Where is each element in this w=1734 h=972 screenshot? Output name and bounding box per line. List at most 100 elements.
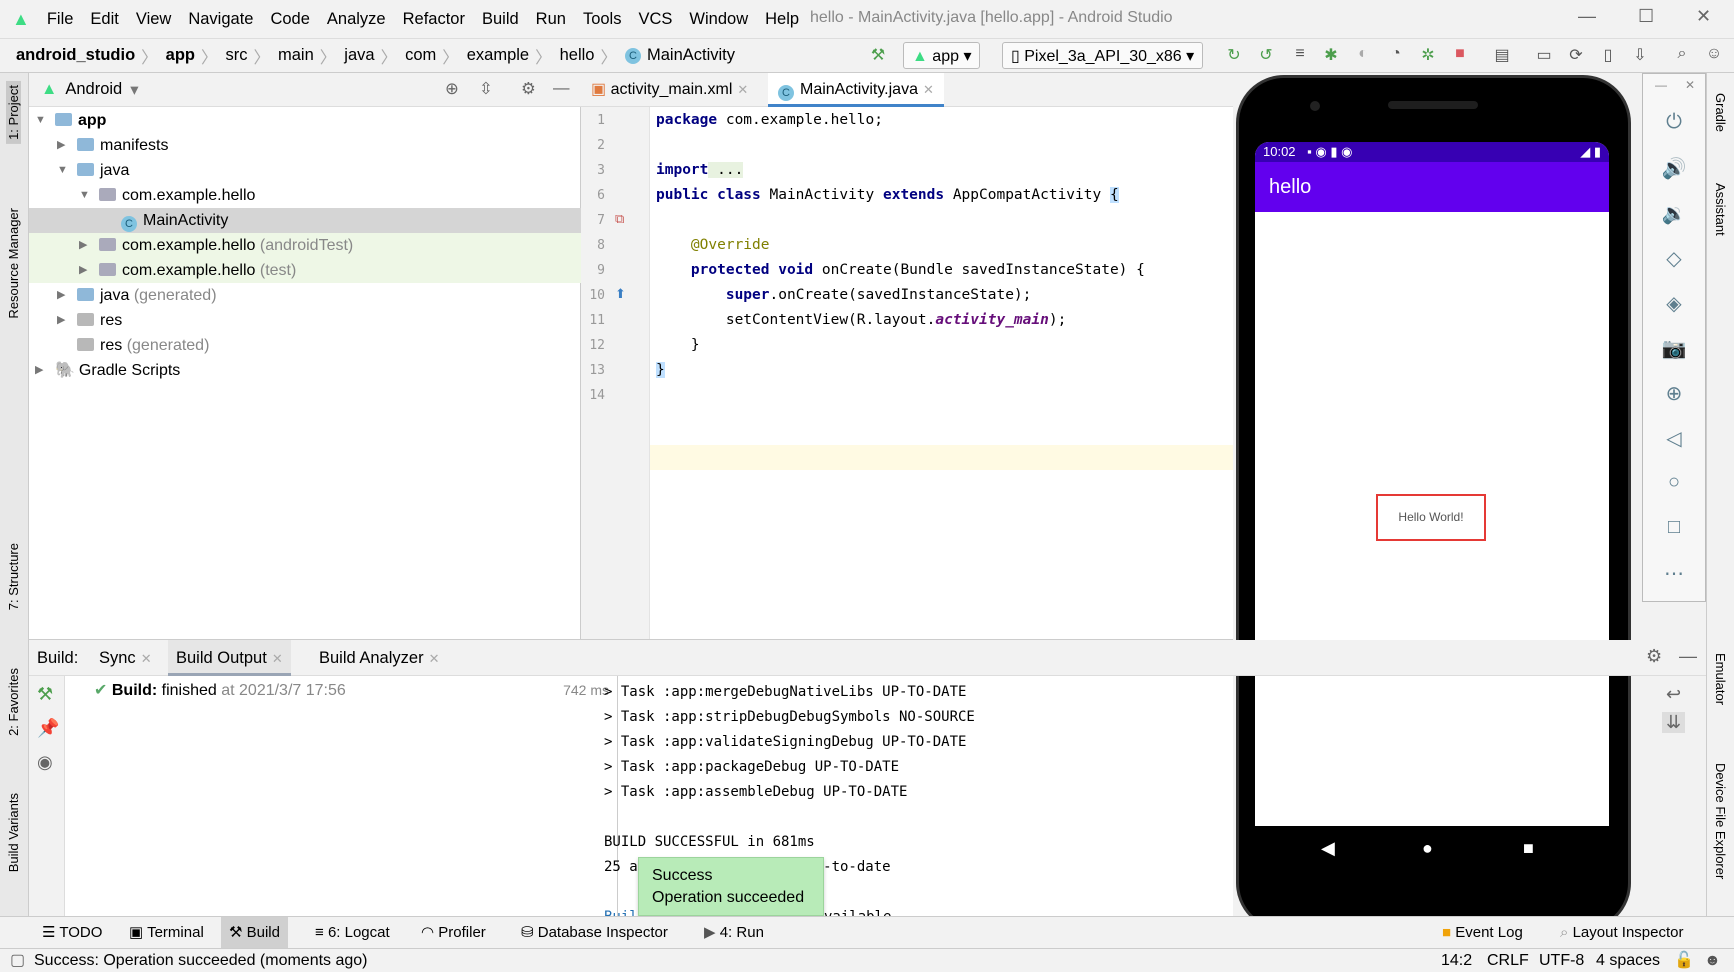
search-icon[interactable]: ⌕	[1672, 45, 1692, 65]
user-icon[interactable]: ☺	[1704, 45, 1724, 65]
soft-wrap-icon[interactable]: ↩	[1666, 684, 1681, 705]
menu-refactor[interactable]: Refactor	[403, 10, 465, 29]
tool-assistant[interactable]: Assistant	[1713, 183, 1728, 236]
rerun-icon[interactable]: ↻	[1224, 45, 1244, 65]
collapse-all-icon[interactable]: ⇳	[479, 79, 493, 99]
close-tab-icon[interactable]: ✕	[141, 651, 152, 666]
run-config-select[interactable]: ▲ app ▾	[903, 42, 981, 69]
apply-changes-icon[interactable]: ↺	[1256, 45, 1276, 65]
menu-run[interactable]: Run	[536, 10, 566, 29]
device-screen[interactable]: 10:02 ▪ ◉ ▮ ◉ ◢ ▮ hello Hello World!	[1255, 142, 1609, 826]
scroll-to-end-icon[interactable]: ⇊	[1662, 712, 1686, 733]
tool-project[interactable]: 1: Project	[6, 81, 21, 144]
volume-up-icon[interactable]: 🔊	[1643, 156, 1705, 181]
indent-setting[interactable]: 4 spaces	[1596, 949, 1660, 972]
tool-todo[interactable]: ☰ TODO	[34, 917, 110, 949]
tree-item-app[interactable]: ▼ app	[29, 108, 581, 133]
zoom-icon[interactable]: ⊕	[1643, 381, 1705, 406]
rotate-right-icon[interactable]: ◈	[1643, 291, 1705, 316]
breadcrumb-item[interactable]: example	[467, 46, 529, 65]
tab-build-analyzer[interactable]: Build Analyzer ✕	[311, 640, 447, 676]
screenshot-icon[interactable]: 📷	[1643, 336, 1705, 361]
layout-link-icon[interactable]: ⧉	[615, 211, 624, 227]
tool-database-inspector[interactable]: ⛁ Database Inspector	[513, 917, 676, 949]
tree-item-gradle-scripts[interactable]: ▶ 🐘 Gradle Scripts	[29, 358, 581, 383]
tool-gradle[interactable]: Gradle	[1713, 93, 1728, 132]
tool-logcat[interactable]: ≡ 6: Logcat	[307, 917, 398, 949]
device-select[interactable]: ▯ Pixel_3a_API_30_x86 ▾	[1002, 42, 1204, 69]
close-tab-icon[interactable]: ✕	[923, 82, 934, 97]
line-separator[interactable]: CRLF	[1487, 949, 1529, 972]
lock-open-icon[interactable]: 🔓	[1674, 949, 1694, 972]
tool-structure[interactable]: 7: Structure	[6, 543, 21, 610]
breadcrumb-item[interactable]: java	[344, 46, 374, 65]
locate-icon[interactable]: ⊕	[445, 79, 459, 99]
stop-icon[interactable]: ■	[1450, 45, 1470, 65]
more-icon[interactable]: ⋯	[1643, 561, 1705, 586]
menu-edit[interactable]: Edit	[90, 10, 118, 29]
eye-filter-icon[interactable]: ◉	[37, 752, 53, 773]
menu-view[interactable]: View	[136, 10, 171, 29]
attach-debugger-icon[interactable]: ◐	[1353, 45, 1373, 65]
back-icon[interactable]: ◁	[1643, 426, 1705, 451]
minimize-icon[interactable]: —	[1578, 6, 1596, 27]
breadcrumb-item[interactable]: hello	[560, 46, 595, 65]
tool-layout-inspector[interactable]: ⌕ Layout Inspector	[1552, 917, 1691, 949]
tool-run[interactable]: ▶ 4: Run	[696, 917, 772, 949]
tree-item-java-generated[interactable]: ▶ java (generated)	[29, 283, 581, 308]
profile-icon[interactable]: ◔	[1386, 45, 1406, 65]
status-message[interactable]: Success: Operation succeeded (moments ag…	[34, 949, 368, 972]
file-encoding[interactable]: UTF-8	[1539, 949, 1584, 972]
inspector-hat-icon[interactable]: ☻	[1704, 949, 1721, 972]
settings-gear-icon[interactable]: ⚙	[1646, 646, 1662, 667]
overview-icon[interactable]: □	[1643, 516, 1705, 539]
rotate-left-icon[interactable]: ◇	[1643, 246, 1705, 271]
tool-device-file-explorer[interactable]: Device File Explorer	[1713, 763, 1728, 879]
close-tab-icon[interactable]: ✕	[737, 82, 748, 97]
menu-build[interactable]: Build	[482, 10, 519, 29]
tool-emulator[interactable]: Emulator	[1713, 653, 1728, 705]
sdk-manager-icon[interactable]: ⇩	[1630, 45, 1650, 65]
sync-gradle-icon[interactable]: ⟳	[1566, 45, 1586, 65]
menu-help[interactable]: Help	[765, 10, 799, 29]
project-view-select[interactable]: Android	[65, 80, 122, 99]
tool-profiler[interactable]: ◠ Profiler	[413, 917, 494, 949]
menu-analyze[interactable]: Analyze	[327, 10, 386, 29]
close-icon[interactable]: ✕	[1696, 6, 1711, 27]
breadcrumb-item[interactable]: MainActivity	[647, 46, 735, 65]
nav-home-icon[interactable]: ●	[1422, 838, 1433, 859]
nav-recents-icon[interactable]: ■	[1523, 838, 1534, 859]
close-tab-icon[interactable]: ✕	[429, 651, 440, 666]
tool-terminal[interactable]: ▣ Terminal	[121, 917, 212, 949]
close-tab-icon[interactable]: ✕	[272, 651, 283, 666]
maximize-icon[interactable]: ☐	[1638, 6, 1654, 27]
tab-mainactivity-java[interactable]: C MainActivity.java ✕	[768, 73, 944, 107]
emulator-minimize-icon[interactable]: —	[1655, 78, 1667, 92]
hide-panel-icon[interactable]: —	[1679, 646, 1697, 667]
tool-resource-manager[interactable]: Resource Manager	[6, 208, 21, 319]
gear-icon[interactable]: ⚙	[521, 79, 536, 99]
breadcrumb-item[interactable]: src	[226, 46, 248, 65]
breadcrumb-item[interactable]: com	[405, 46, 436, 65]
pin-icon[interactable]: 📌	[37, 718, 59, 739]
tool-build-variants[interactable]: Build Variants	[6, 793, 21, 872]
hello-world-text[interactable]: Hello World!	[1376, 494, 1486, 541]
hide-icon[interactable]: —	[553, 79, 570, 98]
tab-activity-main-xml[interactable]: ▣ activity_main.xml ✕	[581, 73, 758, 107]
code-editor[interactable]: ▣ activity_main.xml ✕ C MainActivity.java ✕…	[581, 73, 1233, 639]
breadcrumb-item[interactable]: main	[278, 46, 314, 65]
menu-code[interactable]: Code	[270, 10, 309, 29]
emulator-close-icon[interactable]: ✕	[1685, 78, 1695, 92]
tool-favorites[interactable]: 2: Favorites	[6, 668, 21, 736]
avd-manager-icon[interactable]: ▭	[1534, 45, 1554, 65]
menu-window[interactable]: Window	[689, 10, 748, 29]
tool-build[interactable]: ⚒ Build	[221, 917, 288, 949]
tree-item-androidtest[interactable]: ▶ com.example.hello (androidTest)	[29, 233, 581, 258]
device-manager-icon[interactable]: ▯	[1598, 45, 1618, 65]
tree-item-res[interactable]: ▶ res	[29, 308, 581, 333]
hammer-build-icon[interactable]: ⚒	[868, 45, 888, 65]
debug-icon[interactable]: ✱	[1321, 45, 1341, 65]
caret-position[interactable]: 14:2	[1441, 949, 1472, 972]
project-structure-icon[interactable]: ▤	[1492, 45, 1512, 65]
menu-vcs[interactable]: VCS	[638, 10, 672, 29]
